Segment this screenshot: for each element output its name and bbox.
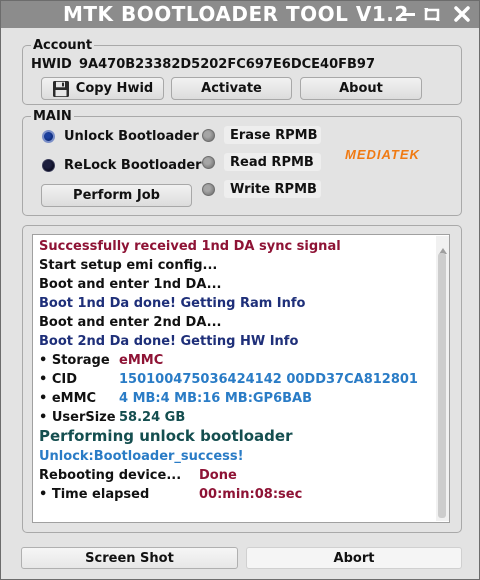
restore-icon[interactable]	[422, 4, 442, 24]
cid-label: • CID	[39, 372, 78, 387]
write-rpmb-label: Write RPMB	[230, 181, 317, 197]
relock-bootloader-label: ReLock Bootloader	[64, 158, 202, 173]
main-group-label: MAIN	[31, 109, 74, 124]
log-line: Boot and enter 2nd DA...	[39, 315, 222, 330]
storage-value: eMMC	[119, 353, 164, 368]
log-line: Performing unlock bootloader	[39, 427, 293, 445]
save-icon	[52, 80, 70, 98]
erase-rpmb-option[interactable]: Erase RPMB	[202, 126, 321, 144]
radio-icon	[42, 159, 55, 172]
radio-icon	[202, 155, 215, 169]
minimize-icon[interactable]	[398, 4, 418, 24]
screen-shot-button[interactable]: Screen Shot	[21, 547, 238, 569]
app-window: MTK BOOTLOADER TOOL V1.2 Account HWID 9A4…	[0, 0, 480, 580]
activate-button[interactable]: Activate	[171, 77, 292, 100]
log-line: Boot 2nd Da done! Getting HW Info	[39, 334, 299, 349]
account-group-label: Account	[31, 38, 95, 53]
usersize-value: 58.24 GB	[119, 410, 186, 425]
read-rpmb-option[interactable]: Read RPMB	[202, 153, 321, 171]
radio-icon	[202, 128, 215, 142]
log-line: Start setup emi config...	[39, 258, 218, 273]
hwid-label: HWID	[31, 57, 72, 72]
log-line: Boot and enter 1nd DA...	[39, 277, 222, 292]
unlock-bootloader-option[interactable]: Unlock Bootloader	[42, 129, 199, 144]
title-bar[interactable]: MTK BOOTLOADER TOOL V1.2	[1, 1, 479, 28]
perform-job-button[interactable]: Perform Job	[41, 184, 192, 207]
copy-hwid-button[interactable]: Copy Hwid	[41, 77, 164, 100]
log-line: Successfully received 1nd DA sync signal	[39, 239, 341, 254]
radio-icon	[202, 182, 215, 196]
log-line: Boot 1nd Da done! Getting Ram Info	[39, 296, 306, 311]
rebooting-value: Done	[199, 468, 237, 483]
copy-hwid-label: Copy Hwid	[75, 81, 154, 96]
read-rpmb-label: Read RPMB	[230, 154, 314, 170]
unlock-bootloader-label: Unlock Bootloader	[64, 129, 199, 144]
abort-button[interactable]: Abort	[246, 547, 462, 569]
elapsed-label: • Time elapsed	[39, 487, 150, 502]
cid-value: 150100475036424142 00DD37CA812801	[119, 372, 418, 387]
hwid-row: HWID 9A470B23382D5202FC697E6DCE40FB97	[31, 57, 375, 72]
storage-label: • Storage	[39, 353, 110, 368]
log-line: Unlock:Bootloader_success!	[39, 449, 244, 464]
hwid-value: 9A470B23382D5202FC697E6DCE40FB97	[79, 57, 376, 72]
rebooting-label: Rebooting device...	[39, 468, 182, 483]
elapsed-value: 00:min:08:sec	[199, 487, 303, 502]
window-title: MTK BOOTLOADER TOOL V1.2	[63, 2, 409, 26]
about-button[interactable]: About	[300, 77, 422, 100]
relock-bootloader-option[interactable]: ReLock Bootloader	[42, 158, 202, 173]
mediatek-logo: MEDIATEK	[345, 147, 420, 162]
erase-rpmb-label: Erase RPMB	[230, 127, 318, 143]
close-icon[interactable]	[452, 4, 472, 24]
log-scroll-thumb[interactable]	[438, 253, 446, 518]
usersize-label: • UserSize	[39, 410, 116, 425]
emmc-value: 4 MB:4 MB:16 MB:GP6BAB	[119, 391, 313, 406]
radio-selected-icon	[42, 130, 55, 143]
emmc-label: • eMMC	[39, 391, 97, 406]
write-rpmb-option[interactable]: Write RPMB	[202, 180, 321, 198]
